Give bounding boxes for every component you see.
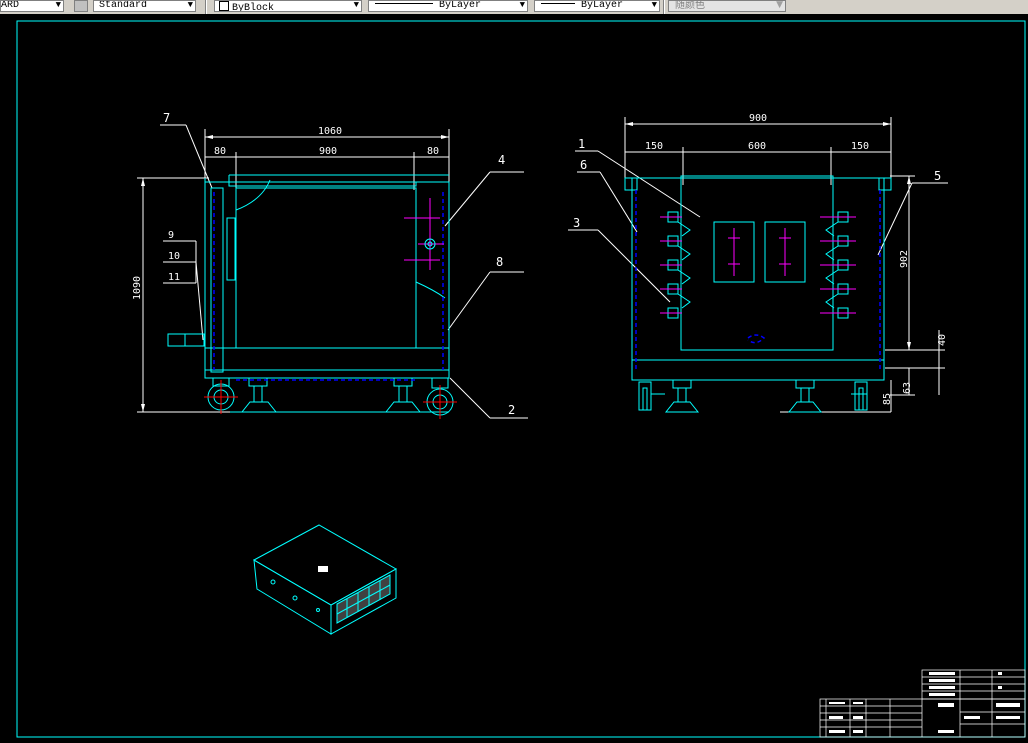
dim-front-inner-height: 902 <box>899 250 910 268</box>
balloon-3: 3 <box>573 216 580 230</box>
dim-side-left-margin: 80 <box>214 146 226 157</box>
linetype-sample-icon <box>375 3 433 4</box>
drawing-canvas[interactable]: 1060 80 900 80 1090 7 4 8 2 9 10 11 900 … <box>0 14 1028 743</box>
dim-side-overall-width: 1060 <box>318 126 342 137</box>
canvas-background <box>0 14 1028 743</box>
balloon-4: 4 <box>498 153 505 167</box>
linetype-value: ByLayer <box>439 0 482 11</box>
dim-front-right-margin: 150 <box>851 141 869 152</box>
lineweight-value: ByLayer <box>581 0 624 11</box>
balloon-10: 10 <box>168 251 180 262</box>
balloon-5: 5 <box>934 169 941 183</box>
plot-style-value: 随颜色 <box>675 0 705 11</box>
dim-front-left-margin: 150 <box>645 141 663 152</box>
lineweight-sample-icon <box>541 3 575 4</box>
dim-front-wheel-height: 85 <box>882 393 893 405</box>
toolbar-separator <box>663 0 665 14</box>
text-style-value: ARD <box>1 0 20 11</box>
balloon-6: 6 <box>580 158 587 172</box>
dropdown-arrow-icon[interactable]: ▼ <box>56 1 61 10</box>
dropdown-arrow-icon[interactable]: ▼ <box>776 1 783 10</box>
toolbar-separator <box>205 0 207 14</box>
dim-front-inner-width: 600 <box>748 141 766 152</box>
color-select[interactable]: ByBlock ▼ <box>214 0 362 12</box>
balloon-9: 9 <box>168 230 174 241</box>
properties-toolbar: ARD ▼ Standard ▼ ByBlock ▼ ByLayer ▼ ByL… <box>0 0 1028 15</box>
balloon-8: 8 <box>496 255 503 269</box>
color-value: ByBlock <box>232 3 275 12</box>
dim-front-leg-height: 63 <box>902 382 913 394</box>
dim-style-select[interactable]: Standard ▼ <box>93 0 196 12</box>
balloon-2: 2 <box>508 403 515 417</box>
dropdown-arrow-icon[interactable]: ▼ <box>652 1 657 10</box>
dropdown-arrow-icon[interactable]: ▼ <box>520 1 525 10</box>
balloon-7: 7 <box>163 111 170 125</box>
balloon-11: 11 <box>168 272 180 283</box>
dim-side-inner-width: 900 <box>319 146 337 157</box>
dim-side-height: 1090 <box>132 276 143 300</box>
dim-front-overall-width: 900 <box>749 113 767 124</box>
balloon-1: 1 <box>578 137 585 151</box>
dim-side-right-margin: 80 <box>427 146 439 157</box>
iso-label-plate <box>318 566 328 572</box>
plot-style-select[interactable]: 随颜色 ▼ <box>668 0 786 12</box>
text-style-select[interactable]: ARD ▼ <box>0 0 64 12</box>
dropdown-arrow-icon[interactable]: ▼ <box>354 1 359 10</box>
dim-style-value: Standard <box>99 0 148 11</box>
color-swatch-icon <box>219 1 229 11</box>
dropdown-arrow-icon[interactable]: ▼ <box>188 1 193 10</box>
linetype-select[interactable]: ByLayer ▼ <box>368 0 528 12</box>
lineweight-select[interactable]: ByLayer ▼ <box>534 0 660 12</box>
dim-style-icon[interactable] <box>74 0 88 12</box>
dim-front-base-height: 40 <box>937 334 948 346</box>
